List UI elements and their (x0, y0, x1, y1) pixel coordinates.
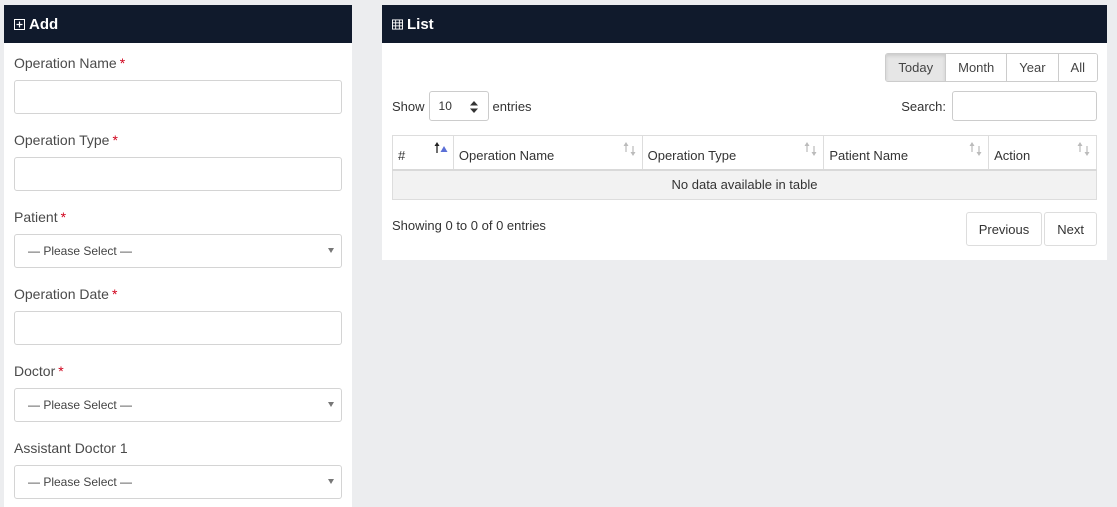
previous-page-button[interactable]: Previous (965, 212, 1043, 246)
table-header-row: # Operation Name Operation Type Patient … (392, 135, 1097, 171)
table-row: No data available in table (392, 169, 1097, 200)
search-label: Search: (901, 98, 946, 114)
search-input[interactable] (952, 91, 1097, 121)
list-panel-title: List (407, 15, 434, 33)
period-today-button[interactable]: Today (886, 54, 946, 81)
patient-label: Patient * (14, 209, 67, 225)
sort-both-icon (1077, 142, 1090, 156)
required-mark: * (112, 132, 118, 148)
patient-select-value: — Please Select — (28, 244, 133, 258)
operation-type-input[interactable] (14, 157, 342, 191)
period-filter-group: Today Month Year All (885, 53, 1098, 82)
list-panel-header: List (382, 5, 1107, 43)
doctor-select[interactable]: — Please Select — (14, 388, 342, 422)
up-down-arrow-icon (469, 101, 478, 113)
column-header-operation-name[interactable]: Operation Name (452, 135, 643, 171)
required-mark: * (111, 286, 118, 302)
sort-both-icon (804, 142, 817, 156)
required-mark: * (60, 209, 67, 225)
add-panel-title: Add (29, 15, 59, 33)
column-header-operation-type[interactable]: Operation Type (641, 135, 825, 171)
entries-length-control: Show 10 entries (392, 91, 532, 121)
entries-length-select[interactable]: 10 (428, 91, 489, 121)
next-page-button[interactable]: Next (1044, 212, 1097, 246)
pagination: Previous Next (964, 212, 1097, 246)
length-prefix: Show (392, 98, 425, 114)
assistant-doctor-1-select-value: — Please Select — (28, 475, 133, 489)
table-search: Search: (901, 91, 1097, 121)
column-header-action[interactable]: Action (988, 135, 1097, 171)
caret-down-icon (328, 402, 334, 407)
caret-down-icon (328, 479, 334, 484)
assistant-doctor-1-group: Assistant Doctor 1 — Please Select — (14, 439, 342, 507)
required-mark: * (119, 55, 126, 71)
entries-length-value: 10 (438, 99, 452, 113)
assistant-doctor-1-select[interactable]: — Please Select — (14, 465, 342, 499)
period-all-button[interactable]: All (1057, 54, 1097, 81)
doctor-label: Doctor * (14, 363, 64, 379)
column-header-number[interactable]: # (392, 135, 454, 171)
table-info: Showing 0 to 0 of 0 entries (392, 218, 546, 233)
period-month-button[interactable]: Month (945, 54, 1007, 81)
operation-date-input[interactable] (14, 311, 342, 345)
operation-type-label: Operation Type * (14, 132, 118, 148)
operations-table: # Operation Name Operation Type Patient … (392, 135, 1097, 200)
operation-date-group: Operation Date * (14, 285, 342, 362)
doctor-group: Doctor * — Please Select — (14, 362, 342, 439)
add-panel-header: Add (4, 5, 352, 43)
list-panel: List Today Month Year All Show 10 entrie… (382, 5, 1107, 260)
required-mark: * (58, 363, 64, 379)
patient-select[interactable]: — Please Select — (14, 234, 342, 268)
operation-name-label: Operation Name * (14, 55, 126, 71)
operation-name-group: Operation Name * (14, 54, 342, 131)
add-panel: Add Operation Name * Operation Type * Pati… (4, 5, 352, 507)
assistant-doctor-1-label: Assistant Doctor 1 (14, 440, 128, 456)
operation-name-input[interactable] (14, 80, 342, 114)
sort-both-icon (623, 142, 636, 156)
sort-asc-icon (434, 142, 448, 153)
sort-both-icon (969, 142, 982, 156)
operation-date-label: Operation Date * (14, 286, 118, 302)
patient-group: Patient * — Please Select — (14, 208, 342, 285)
table-icon (392, 18, 403, 30)
caret-down-icon (328, 248, 334, 253)
add-form: Operation Name * Operation Type * Patient *… (4, 43, 352, 507)
period-year-button[interactable]: Year (1006, 54, 1058, 81)
operation-type-group: Operation Type * (14, 131, 342, 208)
plus-square-icon (14, 18, 25, 30)
empty-table-message: No data available in table (392, 169, 1097, 200)
length-suffix: entries (492, 98, 532, 114)
doctor-select-value: — Please Select — (28, 398, 133, 412)
column-header-patient-name[interactable]: Patient Name (823, 135, 990, 171)
